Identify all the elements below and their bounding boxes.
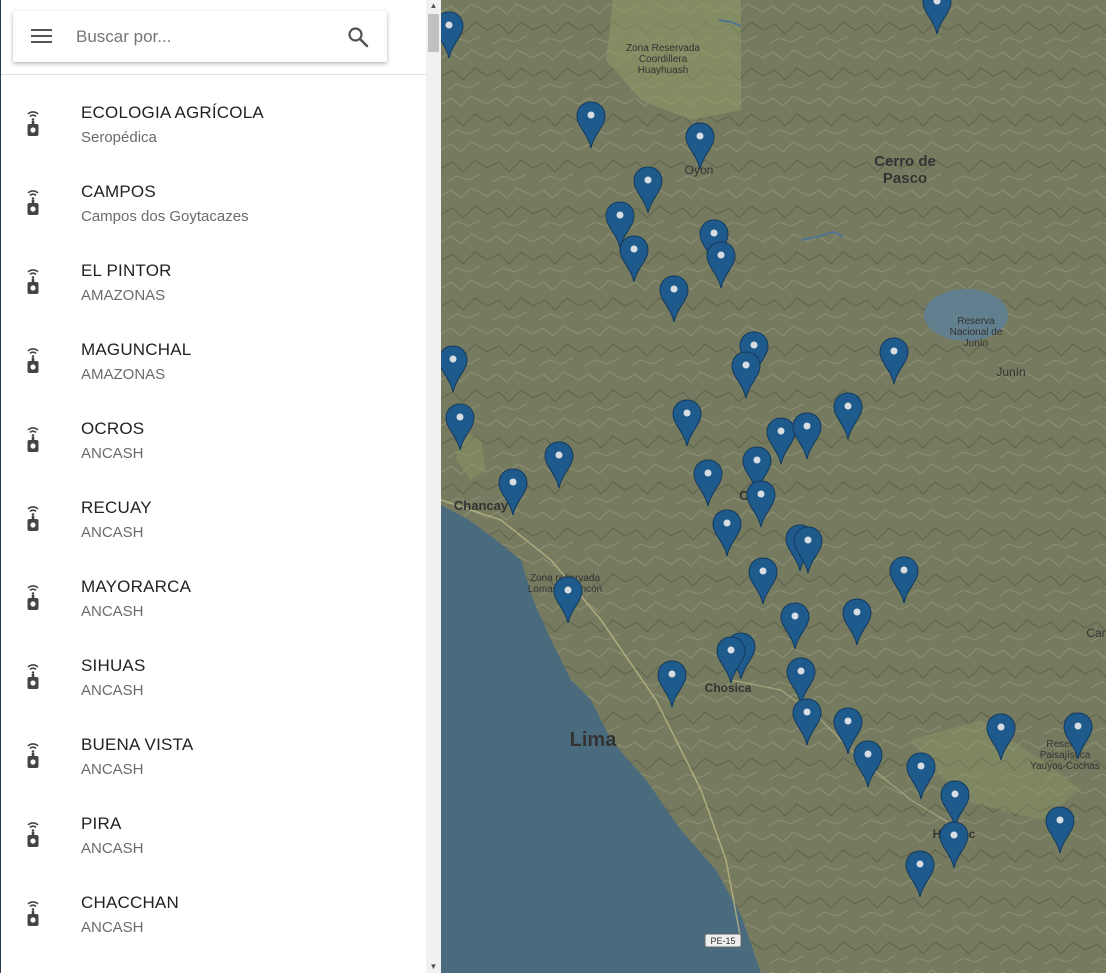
station-name: CHACCHAN	[81, 893, 179, 912]
list-item[interactable]: BUENA VISTA ANCASH	[1, 715, 426, 794]
map-label: Reserva	[957, 316, 995, 327]
list-item[interactable]: ECOLOGIA AGRÍCOLA Seropédica	[1, 83, 426, 162]
station-region: AMAZONAS	[81, 287, 166, 304]
station-region: Seropédica	[81, 129, 157, 146]
station-name: SIHUAS	[81, 656, 146, 675]
sidebar-panel: ECOLOGIA AGRÍCOLA Seropédica CAMPOS Camp…	[0, 0, 426, 973]
list-item[interactable]: EL PINTOR AMAZONAS	[1, 241, 426, 320]
weather-station-icon	[23, 187, 43, 217]
station-region: ANCASH	[81, 603, 144, 620]
station-list: ECOLOGIA AGRÍCOLA Seropédica CAMPOS Camp…	[1, 83, 426, 952]
map-label: PE-15	[710, 936, 735, 946]
station-region: AMAZONAS	[81, 366, 166, 383]
station-name: ECOLOGIA AGRÍCOLA	[81, 103, 264, 122]
scroll-up-icon[interactable]: ▲	[426, 0, 441, 12]
station-name: CAMPOS	[81, 182, 156, 201]
scrollbar[interactable]: ▲ ▼	[426, 0, 441, 973]
map-label: Lima	[570, 729, 618, 751]
station-region: ANCASH	[81, 840, 144, 857]
weather-station-icon	[23, 345, 43, 375]
station-name: EL PINTOR	[81, 261, 172, 280]
weather-station-icon	[23, 661, 43, 691]
map-label: Nacional de	[950, 327, 1003, 338]
search-bar	[13, 11, 387, 62]
map-label: Huayhuash	[638, 65, 689, 76]
weather-station-icon	[23, 503, 43, 533]
map-label: Yauyos-Cochas	[1030, 761, 1100, 772]
map-label: Zona Reservada	[626, 43, 700, 54]
scrollbar-thumb[interactable]	[428, 14, 439, 52]
map-label: Cerro de	[874, 153, 936, 170]
scroll-down-icon[interactable]: ▼	[426, 961, 441, 973]
weather-station-icon	[23, 582, 43, 612]
map-label: Chosica	[705, 681, 752, 695]
divider	[1, 74, 426, 75]
menu-icon[interactable]	[31, 26, 53, 46]
search-icon[interactable]	[346, 25, 370, 49]
list-item[interactable]: CHACCHAN ANCASH	[1, 873, 426, 952]
station-region: ANCASH	[81, 919, 144, 936]
station-name: OCROS	[81, 419, 145, 438]
map-label: Pasco	[883, 170, 927, 187]
station-name: RECUAY	[81, 498, 152, 517]
station-region: ANCASH	[81, 682, 144, 699]
weather-station-icon	[23, 424, 43, 454]
map-label: Junín	[996, 365, 1025, 379]
station-region: Campos dos Goytacazes	[81, 208, 249, 225]
search-input[interactable]	[74, 23, 333, 51]
weather-station-icon	[23, 108, 43, 138]
map-label: Junín	[964, 338, 988, 349]
weather-station-icon	[23, 819, 43, 849]
station-name: MAGUNCHAL	[81, 340, 192, 359]
list-item[interactable]: CAMPOS Campos dos Goytacazes	[1, 162, 426, 241]
list-item[interactable]: OCROS ANCASH	[1, 399, 426, 478]
station-name: MAYORARCA	[81, 577, 192, 596]
map-label: Car	[1086, 626, 1105, 640]
station-region: ANCASH	[81, 761, 144, 778]
weather-station-icon	[23, 740, 43, 770]
weather-station-icon	[23, 898, 43, 928]
list-item[interactable]: MAGUNCHAL AMAZONAS	[1, 320, 426, 399]
map-label: Coordillera	[639, 54, 688, 65]
map-label: Chancay	[454, 498, 509, 513]
list-item[interactable]: PIRA ANCASH	[1, 794, 426, 873]
station-name: BUENA VISTA	[81, 735, 194, 754]
station-region: ANCASH	[81, 445, 144, 462]
list-item[interactable]: RECUAY ANCASH	[1, 478, 426, 557]
station-name: PIRA	[81, 814, 122, 833]
weather-station-icon	[23, 266, 43, 296]
map-label: Paisajística	[1040, 750, 1091, 761]
station-region: ANCASH	[81, 524, 144, 541]
list-item[interactable]: MAYORARCA ANCASH	[1, 557, 426, 636]
map-view[interactable]: Zona Reservada Coordillera Huayhuash Oyo…	[441, 0, 1106, 973]
list-item[interactable]: SIHUAS ANCASH	[1, 636, 426, 715]
